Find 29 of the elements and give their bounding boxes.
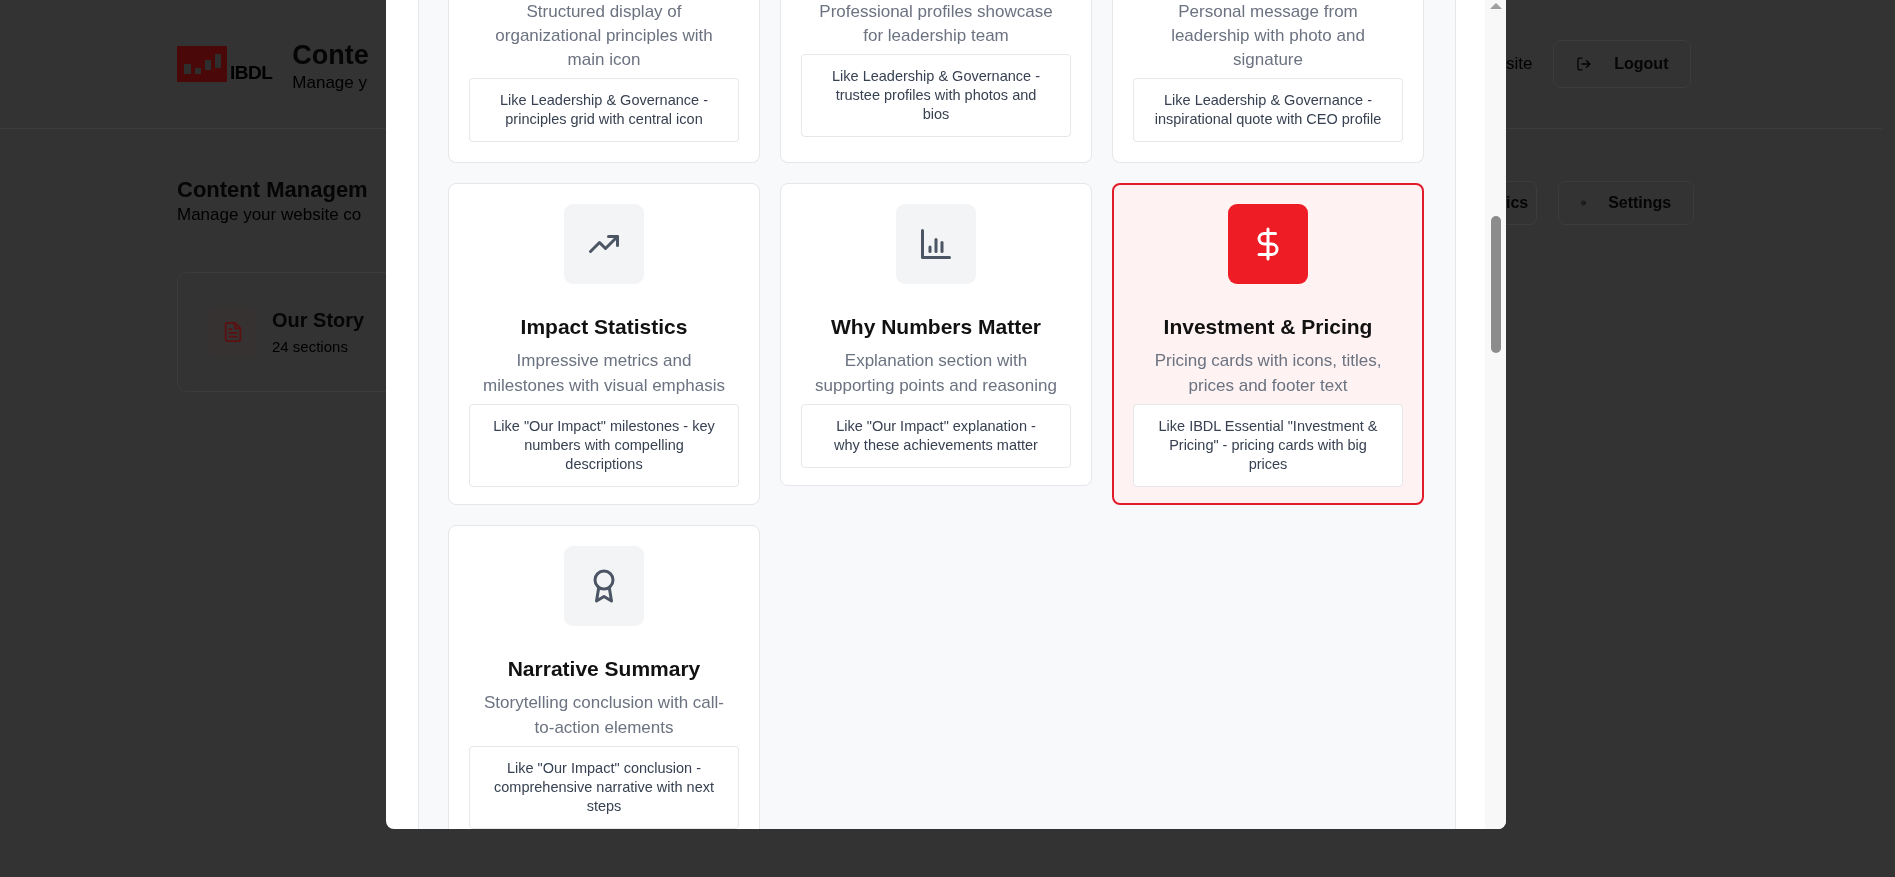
- template-description: Explanation section with supporting points and reasoning: [814, 350, 1058, 397]
- template-example: Like "Our Impact" milestones - key numbers with compelling descriptions: [469, 404, 739, 487]
- template-example: Like Leadership & Governance - trustee profiles with photos and bios: [801, 54, 1071, 137]
- template-description: Impressive metrics and milestones with visual emphasis: [482, 350, 726, 397]
- template-example: Like "Our Impact" explanation - why these achievements matter: [801, 404, 1071, 468]
- bar-chart-icon: [918, 226, 954, 262]
- template-card[interactable]: Investment & Pricing Pricing cards with icons, titles, prices and footer text Like IBDL Essential "Investment & Pricing" - pricing cards with big prices: [1112, 183, 1424, 505]
- template-example: Like "Our Impact" conclusion - comprehensive narrative with next steps: [469, 746, 739, 829]
- template-example: Like Leadership & Governance - principles grid with central icon: [469, 78, 739, 142]
- template-description: Structured display of organizational principles with main icon: [494, 1, 714, 71]
- template-card[interactable]: Narrative Summary Storytelling conclusion with call-to-action elements Like "Our Impact" conclusion - comprehensive narrative with next steps: [448, 525, 760, 829]
- template-description: Pricing cards with icons, titles, prices and footer text: [1153, 350, 1383, 397]
- template-card[interactable]: Personal message from leadership with photo and signature Like Leadership & Governance - inspirational quote with CEO profile: [1112, 0, 1424, 163]
- template-example: Like IBDL Essential "Investment & Pricing" - pricing cards with big prices: [1133, 404, 1403, 487]
- template-description: Personal message from leadership with photo and signature: [1170, 1, 1366, 71]
- template-title: Narrative Summary: [507, 656, 701, 682]
- template-card[interactable]: Structured display of organizational principles with main icon Like Leadership & Governance - principles grid with central icon: [448, 0, 760, 163]
- template-description: Professional profiles showcase for leadership team: [818, 1, 1054, 47]
- template-card[interactable]: Impact Statistics Impressive metrics and milestones with visual emphasis Like "Our Impact" milestones - key numbers with compelling descriptions: [448, 183, 760, 505]
- template-card[interactable]: Why Numbers Matter Explanation section with supporting points and reasoning Like "Our Impact" explanation - why these achievements matter: [780, 183, 1092, 486]
- scrollbar[interactable]: [1485, 0, 1506, 829]
- template-card[interactable]: Professional profiles showcase for leadership team Like Leadership & Governance - trustee profiles with photos and bios: [780, 0, 1092, 163]
- logout-icon: [1576, 55, 1593, 73]
- template-description: Storytelling conclusion with call-to-action elements: [483, 692, 725, 739]
- template-title: Investment & Pricing: [1163, 314, 1373, 340]
- document-icon: [208, 307, 257, 357]
- template-title: Impact Statistics: [520, 314, 688, 340]
- template-example: Like Leadership & Governance - inspirational quote with CEO profile: [1133, 78, 1403, 142]
- template-title: Why Numbers Matter: [831, 314, 1041, 340]
